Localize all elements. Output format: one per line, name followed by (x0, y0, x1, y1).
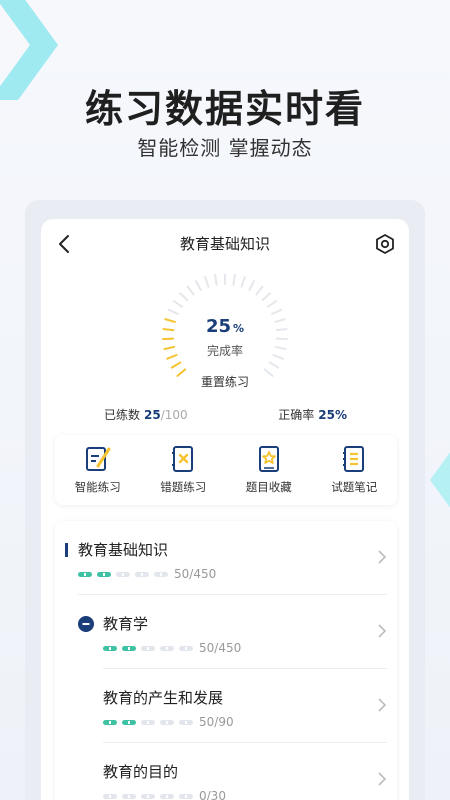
completion-percent: 25% (205, 316, 245, 337)
gauge-tick (167, 308, 179, 316)
chapter-progress: 50/450 (103, 641, 241, 655)
chapter-row[interactable]: 教育的目的 0/30 (55, 743, 397, 800)
gauge-tick (261, 292, 271, 302)
wrong-question-book-icon (172, 446, 194, 472)
progress-segment (103, 645, 117, 651)
gauge-tick (268, 361, 280, 369)
chevron-right-icon (378, 624, 387, 638)
gauge-tick (240, 276, 246, 288)
chapter-title: 教育的产生和发展 (103, 689, 224, 707)
chapter-level-marker (65, 543, 68, 557)
progress-segment (97, 571, 111, 577)
settings-icon[interactable] (373, 232, 397, 256)
progress-segment (160, 719, 174, 725)
progress-segment (160, 645, 174, 651)
nav-bar: 教育基础知识 (41, 219, 409, 269)
chapter-list: 教育基础知识 50/450 教育学 50/450 教育的产生和发展 50/90 … (55, 521, 397, 800)
progress-segment (141, 719, 155, 725)
progress-segment (154, 571, 168, 577)
gauge-tick (204, 276, 210, 288)
completion-label: 完成率 (206, 344, 243, 358)
progress-segment (160, 793, 174, 799)
progress-segment (135, 571, 149, 577)
notebook-icon (343, 446, 365, 472)
chapter-row[interactable]: 教育基础知识 50/450 (55, 521, 397, 595)
chapter-title: 教育的目的 (103, 763, 179, 781)
progress-segment (141, 645, 155, 651)
gauge-tick (195, 280, 202, 292)
chapter-title: 教育学 (103, 615, 149, 633)
progress-segment (116, 571, 130, 577)
gauge-tick (172, 300, 184, 308)
progress-segment (78, 571, 92, 577)
practiced-count: 已练数 25/100 (104, 408, 188, 422)
pen-notepad-icon (85, 447, 111, 471)
gauge-tick (271, 308, 283, 316)
progress-segment (103, 719, 117, 725)
progress-segment (179, 719, 193, 725)
chapter-row[interactable]: 教育学 50/450 (55, 595, 397, 669)
chapter-progress: 0/30 (103, 789, 226, 800)
smart-practice-button[interactable]: 智能练习 (55, 435, 141, 505)
chapter-row[interactable]: 教育的产生和发展 50/90 (55, 669, 397, 743)
gauge-tick (186, 285, 195, 296)
progress-segment (122, 793, 136, 799)
star-book-icon (258, 446, 279, 472)
favorites-button[interactable]: 题目收藏 (226, 435, 312, 505)
progress-segment (103, 793, 117, 799)
progress-segment (179, 793, 193, 799)
gauge-tick (179, 292, 189, 302)
promo-headline: 练习数据实时看 (84, 87, 365, 131)
gauge-tick (232, 274, 237, 286)
gauge-tick (266, 300, 278, 308)
progress-segment (122, 719, 136, 725)
practice-card: 教育基础知识 25% 完成率 重置练习 已练数 25/100 正确率 25% 智能练… (41, 219, 409, 800)
chapter-progress: 50/450 (78, 567, 216, 581)
chapter-progress: 50/90 (103, 715, 234, 729)
notes-button[interactable]: 试题笔记 (312, 435, 398, 505)
gauge-tick (213, 274, 218, 286)
gauge-tick (248, 280, 255, 292)
progress-segment (122, 645, 136, 651)
chevron-right-icon (378, 550, 387, 564)
page-title: 教育基础知识 (179, 235, 270, 253)
chapter-title: 教育基础知识 (78, 541, 169, 559)
progress-segment (141, 793, 155, 799)
collapse-minus-icon[interactable] (78, 616, 94, 632)
chevron-right-icon (378, 772, 387, 786)
chevron-right-icon (378, 698, 387, 712)
wrong-questions-button[interactable]: 错题练习 (141, 435, 227, 505)
progress-segment (179, 645, 193, 651)
accuracy-rate: 正确率 25% (278, 408, 347, 422)
reset-practice-button[interactable]: 重置练习 (175, 373, 275, 390)
gauge-tick (170, 361, 182, 369)
practice-tools: 智能练习 错题练习 题目收藏 试题笔记 (55, 435, 397, 505)
gauge-tick (255, 285, 264, 296)
promo-subline: 智能检测 掌握动态 (137, 136, 313, 160)
